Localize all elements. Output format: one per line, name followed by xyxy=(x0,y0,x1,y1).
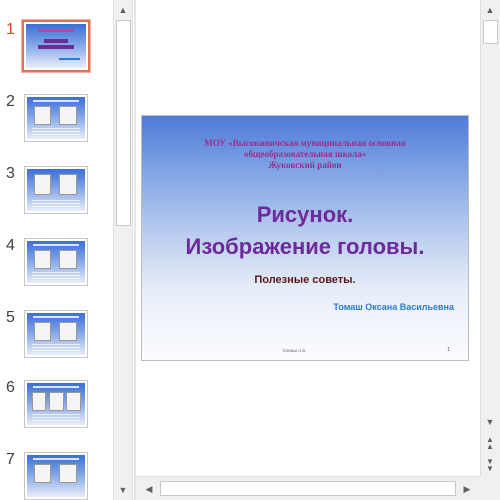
next-slide-icon[interactable]: ▼ ▼ xyxy=(481,456,499,474)
school-name[interactable]: МОУ «Высокиничская муниципальная основна… xyxy=(162,138,448,171)
slide-preview[interactable] xyxy=(24,94,88,142)
slide-thumbnail-3[interactable]: 3 xyxy=(0,165,113,226)
vertical-scrollbar-thumb[interactable] xyxy=(483,20,498,44)
title-line-2: Изображение головы. xyxy=(185,234,425,259)
slide-title[interactable]: Рисунок. Изображение головы. xyxy=(142,199,468,263)
slide-horizontal-scrollbar[interactable]: ◀ ▶ xyxy=(136,476,480,500)
slide-preview[interactable] xyxy=(24,310,88,358)
slide-preview-image xyxy=(26,24,86,68)
slide-vertical-scrollbar[interactable]: ▲ ▼ ▲ ▲ ▼ ▼ xyxy=(480,0,500,476)
slide-thumbnail-6[interactable]: 6 xyxy=(0,379,113,440)
scroll-up-icon[interactable]: ▲ xyxy=(114,1,132,19)
slide-footer: ТОМАШ О.В. 1 xyxy=(142,345,468,353)
slide-thumbnail-4[interactable]: 4 xyxy=(0,237,113,298)
slide-thumbnail-7[interactable]: 7 xyxy=(0,451,113,500)
slide-preview-image xyxy=(27,169,85,211)
slide-number: 1 xyxy=(6,21,15,38)
slide-preview-image xyxy=(27,97,85,139)
slide-canvas[interactable]: МОУ «Высокиничская муниципальная основна… xyxy=(141,115,469,361)
school-line-3: Жуковский район xyxy=(268,160,342,170)
slide-thumbnail-5[interactable]: 5 xyxy=(0,309,113,370)
previous-slide-icon[interactable]: ▲ ▲ xyxy=(481,434,499,452)
slide-number: 6 xyxy=(6,379,15,396)
title-line-1: Рисунок. xyxy=(256,202,354,227)
slide-preview-image xyxy=(27,313,85,355)
slide-preview[interactable] xyxy=(24,238,88,286)
thumbnail-scrollbar[interactable]: ▲ ▼ xyxy=(113,0,133,500)
slide-preview-image xyxy=(27,455,85,497)
horizontal-scrollbar-thumb[interactable] xyxy=(160,481,456,496)
slide-thumbnail-pane: 1 2 3 4 5 6 7 xyxy=(0,0,113,500)
scroll-down-icon[interactable]: ▼ xyxy=(481,413,499,431)
thumbnail-scrollbar-thumb[interactable] xyxy=(116,20,131,226)
slide-number: 7 xyxy=(6,451,15,468)
scrollbar-corner xyxy=(480,476,500,500)
slide-number: 4 xyxy=(6,237,15,254)
slide-subtitle[interactable]: Полезные советы. xyxy=(142,274,468,286)
footer-text[interactable]: ТОМАШ О.В. xyxy=(282,348,306,353)
slide-author[interactable]: Томаш Оксана Васильевна xyxy=(333,302,454,312)
school-line-1: МОУ «Высокиничская муниципальная основна… xyxy=(204,138,406,148)
powerpoint-window: 1 2 3 4 5 6 7 ▲ ▼ МОУ «Высокиничская мун… xyxy=(0,0,500,500)
slide-preview[interactable] xyxy=(24,452,88,500)
slide-number: 5 xyxy=(6,309,15,326)
slide-number: 2 xyxy=(6,93,15,110)
slide-preview[interactable] xyxy=(24,166,88,214)
slide-preview-image xyxy=(27,383,85,425)
slide-thumbnail-1[interactable]: 1 xyxy=(0,19,113,82)
slide-preview[interactable] xyxy=(21,19,91,73)
slide-preview-image xyxy=(27,241,85,283)
scroll-left-icon[interactable]: ◀ xyxy=(140,480,158,498)
slide-preview[interactable] xyxy=(24,380,88,428)
slide-number: 3 xyxy=(6,165,15,182)
slide-thumbnail-2[interactable]: 2 xyxy=(0,93,113,154)
scroll-down-icon[interactable]: ▼ xyxy=(114,481,132,499)
school-line-2: общеобразовательная школа» xyxy=(243,149,367,159)
slide-page-number[interactable]: 1 xyxy=(447,347,450,353)
scroll-right-icon[interactable]: ▶ xyxy=(458,480,476,498)
scroll-up-icon[interactable]: ▲ xyxy=(481,1,499,19)
